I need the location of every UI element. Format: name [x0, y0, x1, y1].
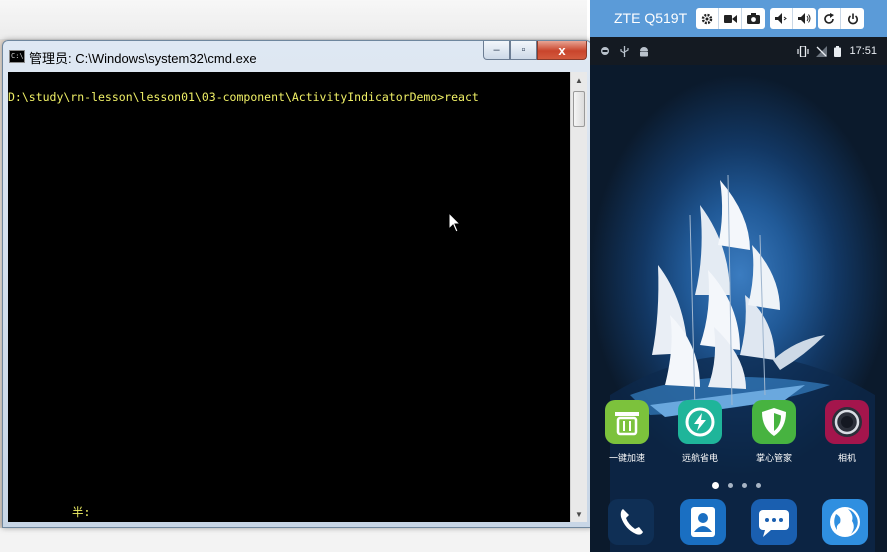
no-signal-icon [816, 46, 827, 57]
cmd-window[interactable]: C:\ 管理员: C:\Windows\system32\cmd.exe – ▫… [2, 40, 592, 528]
messages-icon[interactable] [751, 499, 797, 545]
android-status-bar: 17:51 [590, 37, 887, 65]
page-indicator [712, 482, 761, 489]
window-title: 管理员: C:\Windows\system32\cmd.exe [29, 51, 257, 66]
notification-icon [601, 47, 609, 55]
close-button[interactable]: x [537, 41, 587, 60]
mouse-cursor-icon [448, 212, 462, 233]
toolbar-group-media [696, 8, 765, 29]
browser-icon[interactable] [822, 499, 868, 545]
ime-indicator: 半: [72, 505, 91, 519]
app-label-security: 掌心管家 [755, 453, 792, 463]
status-time: 17:51 [849, 45, 877, 57]
cmd-icon[interactable]: C:\ [9, 50, 25, 63]
app-label-boost: 一键加速 [608, 453, 645, 463]
page-dot-active[interactable] [712, 482, 719, 489]
scroll-up-arrow-icon[interactable]: ▲ [571, 72, 587, 88]
gear-icon[interactable] [696, 8, 719, 29]
phone-screen[interactable]: 17:51 一键加速 远航省电 掌心管家 相机 [590, 37, 887, 552]
scroll-down-arrow-icon[interactable]: ▼ [571, 506, 587, 522]
device-name: ZTE Q519T [614, 10, 688, 26]
volume-up-icon[interactable] [793, 8, 816, 29]
page-dot[interactable] [728, 483, 733, 488]
vertical-scrollbar[interactable]: ▲ ▼ [570, 72, 587, 522]
android-debug-icon [640, 47, 648, 57]
power-icon[interactable] [841, 8, 864, 29]
background-window [0, 0, 587, 40]
toolbar-group-power [818, 8, 864, 29]
app-security[interactable]: 掌心管家 [744, 400, 804, 464]
contacts-icon[interactable] [680, 499, 726, 545]
vibrate-icon [797, 46, 809, 57]
toolbar-group-volume [770, 8, 816, 29]
console-prompt-line: D:\study\rn-lesson\lesson01\03-component… [8, 90, 479, 104]
rotate-icon[interactable] [818, 8, 841, 29]
emulator-toolbar: ZTE Q519T [590, 0, 887, 37]
desktop: C:\ 管理员: C:\Windows\system32\cmd.exe – ▫… [0, 0, 887, 552]
page-dot[interactable] [756, 483, 761, 488]
camera-icon[interactable] [742, 8, 765, 29]
broom-icon [605, 400, 649, 444]
background-window-bottom [0, 528, 590, 552]
ship-illustration [610, 174, 875, 552]
battery-icon [834, 46, 841, 57]
scroll-thumb[interactable] [573, 91, 585, 127]
title-bar[interactable]: C:\ 管理员: C:\Windows\system32\cmd.exe – ▫… [3, 41, 591, 71]
page-dot[interactable] [742, 483, 747, 488]
volume-down-icon[interactable] [770, 8, 793, 29]
usb-icon [620, 46, 629, 57]
shield-icon [752, 400, 796, 444]
app-label-battery-saver: 远航省电 [681, 453, 718, 463]
lightning-icon [678, 400, 722, 444]
app-boost[interactable]: 一键加速 [597, 400, 657, 464]
minimize-button[interactable]: – [483, 41, 510, 60]
wallpaper-ship [590, 65, 887, 552]
console-area[interactable]: D:\study\rn-lesson\lesson01\03-component… [8, 72, 570, 522]
app-label-camera: 相机 [837, 453, 856, 463]
app-battery-saver[interactable]: 远航省电 [670, 400, 730, 464]
maximize-button[interactable]: ▫ [510, 41, 537, 60]
app-camera[interactable]: 相机 [817, 400, 877, 464]
camera-lens-icon [825, 400, 869, 444]
video-icon[interactable] [719, 8, 742, 29]
phone-icon[interactable] [608, 499, 654, 545]
